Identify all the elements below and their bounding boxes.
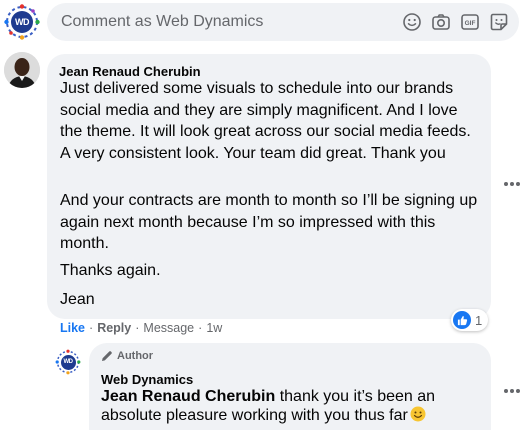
like-action[interactable]: Like bbox=[60, 321, 85, 335]
comment-author[interactable]: Jean Renaud Cherubin bbox=[59, 64, 201, 79]
comment-paragraph: And your contracts are month to month so… bbox=[60, 192, 478, 252]
message-action[interactable]: Message bbox=[143, 321, 194, 335]
like-reaction-icon bbox=[453, 311, 471, 329]
comment-actions: Like · Reply · Message · 1w bbox=[60, 321, 222, 335]
smile-emoji-icon bbox=[410, 406, 426, 422]
camera-icon[interactable] bbox=[431, 12, 451, 32]
author-badge: Author bbox=[101, 350, 153, 362]
composer-placeholder[interactable]: Comment as Web Dynamics bbox=[61, 13, 263, 31]
sticker-icon[interactable] bbox=[489, 12, 509, 32]
reply-author[interactable]: Web Dynamics bbox=[101, 372, 193, 387]
comment-bubble: Jean Renaud Cherubin Just delivered some… bbox=[47, 54, 491, 319]
mention-link[interactable]: Jean Renaud Cherubin bbox=[101, 388, 275, 405]
reply-bubble: Author Web Dynamics Jean Renaud Cherubin… bbox=[89, 343, 491, 430]
profile-photo bbox=[4, 52, 40, 88]
separator: · bbox=[135, 321, 140, 335]
comment-more-options[interactable] bbox=[504, 181, 522, 187]
comment-paragraph: Jean bbox=[60, 291, 95, 308]
reaction-count: 1 bbox=[475, 312, 483, 328]
reaction-summary[interactable]: 1 bbox=[451, 309, 489, 331]
comment-paragraph: Just delivered some visuals to schedule … bbox=[60, 80, 471, 162]
author-badge-label: Author bbox=[117, 350, 154, 362]
gif-icon[interactable]: GIF bbox=[460, 12, 480, 32]
comment-composer[interactable]: Comment as Web Dynamics GIF bbox=[47, 3, 519, 41]
pencil-icon bbox=[102, 351, 112, 361]
page-avatar[interactable]: WD bbox=[3, 3, 41, 41]
reply-author-avatar[interactable]: WD bbox=[55, 349, 81, 375]
reply-more-options[interactable] bbox=[504, 388, 522, 394]
logo-initials: WD bbox=[11, 11, 33, 33]
comment-paragraph: Thanks again. bbox=[60, 262, 161, 279]
separator: · bbox=[89, 321, 94, 335]
comment-timestamp[interactable]: 1w bbox=[206, 321, 222, 335]
separator: · bbox=[198, 321, 203, 335]
logo-initials: WD bbox=[60, 354, 76, 370]
commenter-avatar[interactable] bbox=[4, 52, 40, 88]
reply-text: Jean Renaud Cherubin thank you it’s been… bbox=[101, 387, 486, 425]
emoji-icon[interactable] bbox=[402, 12, 422, 32]
svg-text:GIF: GIF bbox=[465, 20, 476, 27]
reply-action[interactable]: Reply bbox=[97, 321, 131, 335]
